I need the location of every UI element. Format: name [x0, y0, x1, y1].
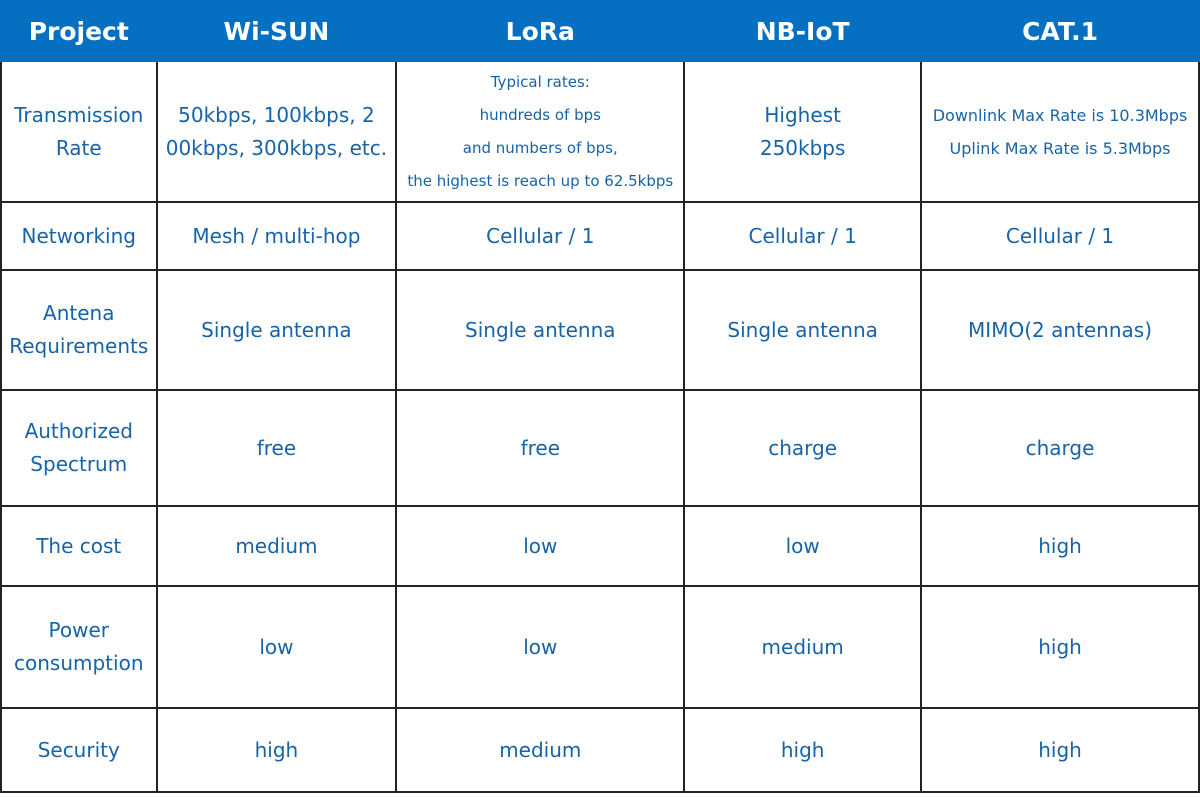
row-label-line: Requirements: [9, 334, 149, 358]
cell-line: Uplink Max Rate is 5.3Mbps: [949, 138, 1171, 158]
cell-nbiot: high: [683, 707, 923, 793]
cell-wisun: Mesh / multi-hop: [155, 201, 398, 271]
cell-line: Typical rates:: [490, 72, 590, 91]
table-row-transmission-rate: Transmission Rate 50kbps, 100kbps, 2 00k…: [0, 60, 1200, 203]
cell-lora: Single antenna: [395, 269, 686, 391]
cell-wisun: medium: [155, 505, 398, 587]
row-label-line: Transmission: [14, 102, 144, 127]
header-wisun: Wi-SUN: [155, 0, 398, 62]
cell-lora: Typical rates: hundreds of bps and numbe…: [395, 60, 686, 203]
cell-wisun: Single antenna: [155, 269, 398, 391]
cell-cat1: high: [920, 585, 1200, 709]
row-label-line: Antena: [43, 301, 115, 325]
header-cat1: CAT.1: [920, 0, 1200, 62]
row-label: Networking: [0, 201, 158, 271]
cell-lora: low: [395, 505, 686, 587]
cell-lora: low: [395, 585, 686, 709]
header-row: Project Wi-SUN LoRa NB-IoT CAT.1: [0, 0, 1200, 62]
row-label-line: consumption: [14, 651, 144, 675]
cell-cat1: Downlink Max Rate is 10.3Mbps Uplink Max…: [920, 60, 1200, 203]
comparison-table: Project Wi-SUN LoRa NB-IoT CAT.1 Transmi…: [0, 0, 1200, 793]
cell-wisun: free: [155, 389, 398, 507]
cell-cat1: high: [920, 505, 1200, 587]
row-label-line: Authorized: [24, 419, 133, 443]
cell-nbiot: medium: [683, 585, 923, 709]
row-label: The cost: [0, 505, 158, 587]
row-label: Security: [0, 707, 158, 793]
cell-line: Highest: [764, 102, 841, 127]
row-label-line: Spectrum: [30, 452, 128, 476]
header-lora: LoRa: [395, 0, 686, 62]
cell-nbiot: charge: [683, 389, 923, 507]
cell-nbiot: Highest 250kbps: [683, 60, 923, 203]
cell-line: and numbers of bps,: [462, 138, 618, 157]
cell-lora: free: [395, 389, 686, 507]
cell-line: 50kbps, 100kbps, 2: [178, 102, 375, 127]
table-row-networking: Networking Mesh / multi-hop Cellular / 1…: [0, 201, 1200, 271]
cell-line: 00kbps, 300kbps, etc.: [165, 135, 388, 160]
cell-line: hundreds of bps: [479, 105, 601, 124]
cell-cat1: charge: [920, 389, 1200, 507]
table-row-security: Security high medium high high: [0, 707, 1200, 793]
row-label-line: Rate: [55, 135, 102, 160]
row-label: Antena Requirements: [0, 269, 158, 391]
cell-lora: Cellular / 1: [395, 201, 686, 271]
header-nbiot: NB-IoT: [683, 0, 923, 62]
row-label: Transmission Rate: [0, 60, 158, 203]
cell-nbiot: Single antenna: [683, 269, 923, 391]
row-label-line: Power: [48, 618, 109, 642]
table-row-power: Power consumption low low medium high: [0, 585, 1200, 709]
row-label: Power consumption: [0, 585, 158, 709]
cell-cat1: Cellular / 1: [920, 201, 1200, 271]
cell-line: Downlink Max Rate is 10.3Mbps: [932, 105, 1188, 125]
cell-cat1: high: [920, 707, 1200, 793]
cell-cat1: MIMO(2 antennas): [920, 269, 1200, 391]
cell-wisun: high: [155, 707, 398, 793]
table-row-antenna: Antena Requirements Single antenna Singl…: [0, 269, 1200, 391]
cell-nbiot: Cellular / 1: [683, 201, 923, 271]
header-project: Project: [0, 0, 158, 62]
cell-wisun: 50kbps, 100kbps, 2 00kbps, 300kbps, etc.: [155, 60, 398, 203]
cell-line: 250kbps: [759, 135, 846, 160]
row-label: Authorized Spectrum: [0, 389, 158, 507]
cell-wisun: low: [155, 585, 398, 709]
table-row-cost: The cost medium low low high: [0, 505, 1200, 587]
cell-nbiot: low: [683, 505, 923, 587]
cell-line: the highest is reach up to 62.5kbps: [407, 171, 674, 190]
cell-lora: medium: [395, 707, 686, 793]
table-row-spectrum: Authorized Spectrum free free charge cha…: [0, 389, 1200, 507]
